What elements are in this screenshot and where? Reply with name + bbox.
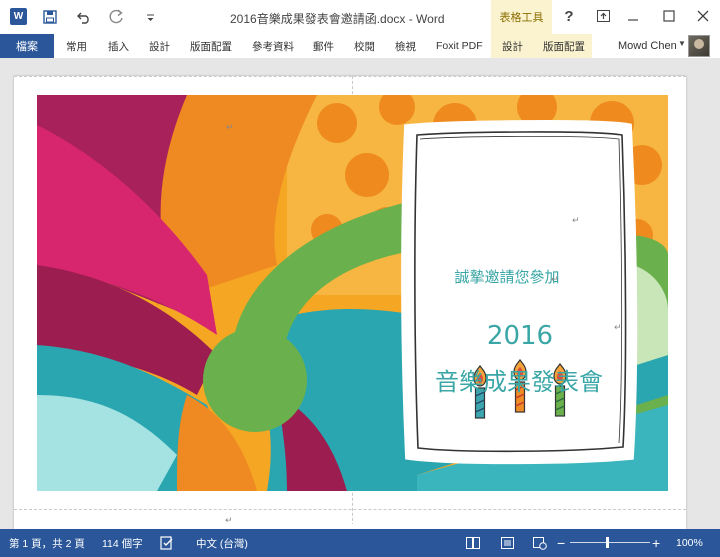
tab-table-design[interactable]: 設計	[502, 34, 523, 58]
help-icon[interactable]: ?	[554, 4, 584, 28]
paragraph-mark: ↵	[551, 274, 559, 284]
zoom-slider-thumb[interactable]	[606, 537, 609, 548]
event-year-text: 2016	[487, 321, 553, 351]
customize-icon[interactable]	[143, 6, 157, 28]
tab-file[interactable]: 檔案	[0, 34, 54, 58]
invitation-card-artwork[interactable]: 誠摯邀請您參加 2016 音樂成果發表會	[37, 95, 668, 491]
page-indicator[interactable]: 第 1 頁，共 2 頁	[9, 529, 85, 557]
tab-design[interactable]: 設計	[149, 34, 170, 58]
title-bar: W 2016音樂成果發表會邀請函.docx - Word 表格工具 ?	[0, 0, 720, 34]
maximize-icon[interactable]	[654, 4, 684, 28]
word-app-icon[interactable]: W	[10, 8, 27, 25]
zoom-out-button[interactable]: −	[557, 529, 565, 557]
save-icon[interactable]	[40, 6, 60, 28]
tab-review[interactable]: 校閱	[354, 34, 375, 58]
status-bar: 第 1 頁，共 2 頁 114 個字 中文 (台灣) − + 100%	[0, 529, 720, 557]
ribbon-tabs: 檔案 常用 插入 設計 版面配置 參考資料 郵件 校閱 檢視 Foxit PDF…	[0, 34, 720, 58]
undo-icon[interactable]	[74, 6, 94, 28]
close-icon[interactable]	[688, 4, 718, 28]
paragraph-mark: ↵	[614, 322, 622, 332]
minimize-icon[interactable]	[618, 4, 648, 28]
tab-home[interactable]: 常用	[66, 34, 87, 58]
tab-mailings[interactable]: 郵件	[313, 34, 334, 58]
zoom-in-button[interactable]: +	[652, 529, 660, 557]
table-tools-group-label: 表格工具	[491, 0, 552, 34]
proofing-icon[interactable]	[160, 536, 174, 550]
green-circle	[203, 328, 307, 432]
window-title: 2016音樂成果發表會邀請函.docx - Word	[230, 12, 445, 26]
paragraph-mark: ↵	[226, 122, 234, 132]
read-mode-icon[interactable]	[466, 536, 480, 550]
table-gridline	[14, 509, 686, 510]
tab-references[interactable]: 參考資料	[252, 34, 294, 58]
zoom-slider[interactable]	[570, 542, 650, 543]
language-indicator[interactable]: 中文 (台灣)	[196, 529, 248, 557]
tab-layout[interactable]: 版面配置	[190, 34, 232, 58]
word-count[interactable]: 114 個字	[102, 529, 143, 557]
tab-foxit-pdf[interactable]: Foxit PDF	[436, 34, 483, 58]
tab-table-layout[interactable]: 版面配置	[543, 34, 585, 58]
chevron-down-icon[interactable]: ▼	[678, 39, 686, 48]
avatar[interactable]	[688, 35, 710, 57]
tab-insert[interactable]: 插入	[108, 34, 129, 58]
web-layout-icon[interactable]	[533, 536, 547, 550]
document-area[interactable]: 誠摯邀請您參加 2016 音樂成果發表會 ↵ ↵ ↵ ↵ ↵	[0, 58, 720, 529]
print-layout-icon[interactable]	[500, 536, 514, 550]
tab-view[interactable]: 檢視	[395, 34, 416, 58]
invite-line-text: 誠摯邀請您參加	[454, 268, 559, 286]
user-name[interactable]: Mowd Chen	[618, 34, 677, 58]
table-gridline	[14, 76, 686, 77]
event-name-text: 音樂成果發表會	[435, 368, 603, 396]
redo-icon[interactable]	[107, 6, 127, 28]
ribbon-display-options-icon[interactable]	[588, 4, 618, 28]
paragraph-mark: ↵	[572, 215, 580, 225]
zoom-level[interactable]: 100%	[676, 529, 703, 557]
